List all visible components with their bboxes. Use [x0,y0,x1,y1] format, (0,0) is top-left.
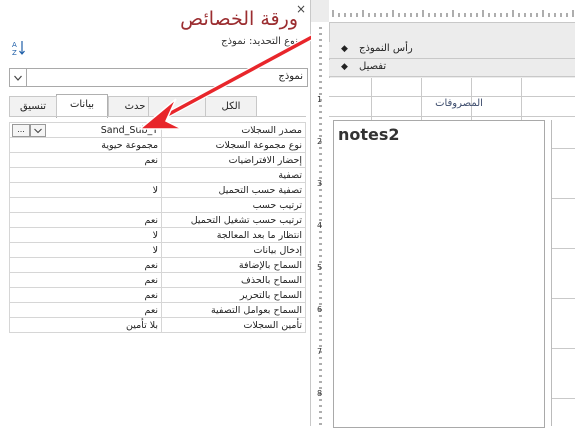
property-value[interactable] [8,197,163,213]
property-value[interactable]: Sand_Sub_T... [8,122,163,138]
property-value-text: بلا تأمين [126,319,159,331]
property-value-text: لا [152,229,159,241]
ruler-number: 2 [317,137,322,146]
property-value-text: مجموعة حيوية [101,139,159,151]
tab-other[interactable] [148,96,206,117]
notes2-subform-control[interactable]: notes2 [333,120,545,428]
property-row[interactable]: نعم السماح بالحذف [8,272,306,288]
property-value[interactable]: بلا تأمين [8,317,163,333]
property-row[interactable]: ترتيب حسب [8,197,306,213]
property-value[interactable]: نعم [8,152,163,168]
form-header-section-bar[interactable]: رأس النموذج ◆ [329,42,575,59]
property-name[interactable]: تأمين السجلات [161,317,306,333]
property-value[interactable]: لا [8,242,163,258]
detail-section-label: تفصيل [359,61,387,72]
property-value[interactable]: لا [8,227,163,243]
property-row[interactable]: لا تصفية حسب التحميل [8,182,306,198]
property-name[interactable]: ترتيب حسب [161,197,306,213]
property-value[interactable]: نعم [8,257,163,273]
property-name[interactable]: تصفية حسب التحميل [161,182,306,198]
property-name[interactable]: ترتيب حسب تشغيل التحميل [161,212,306,228]
object-selector-combo[interactable]: نموذج [9,68,308,87]
property-value-text: نعم [144,154,159,166]
builder-ellipsis-button[interactable]: ... [12,124,30,137]
property-value-text: نعم [144,274,159,286]
property-value-text: نعم [144,259,159,271]
form-design-view: 123456789 رأس النموذج ◆ تفصيل ◆ المصروفا… [311,0,575,428]
subform-edge [551,120,575,426]
ruler-number: 3 [317,179,322,188]
vertical-ruler: 123456789 [311,22,330,426]
svg-text:Z: Z [12,49,17,56]
property-value-text: نعم [144,289,159,301]
property-value-text: نعم [144,304,159,316]
property-value-text: نعم [144,214,159,226]
property-row[interactable]: مجموعة حيوية نوع مجموعة السجلات [8,137,306,153]
property-row[interactable]: لا انتظار ما بعد المعالجة [8,227,306,243]
sort-az-icon[interactable]: A Z [12,40,26,56]
property-name[interactable]: السماح بالتحرير [161,287,306,303]
property-value[interactable]: نعم [8,287,163,303]
chevron-down-icon[interactable] [10,69,27,86]
property-row[interactable]: Sand_Sub_T... مصدر السجلات [8,122,306,138]
property-value-text: لا [152,184,159,196]
property-row[interactable]: نعم السماح بالتحرير [8,287,306,303]
section-arrow-icon: ◆ [341,62,348,72]
ruler-number: 8 [317,389,322,398]
property-name[interactable]: انتظار ما بعد المعالجة [161,227,306,243]
chevron-down-icon[interactable] [30,124,46,137]
tab-data[interactable]: بيانات [56,94,108,118]
tab-all[interactable]: الكل [205,96,257,117]
property-name[interactable]: مصدر السجلات [161,122,306,138]
property-value[interactable]: نعم [8,272,163,288]
horizontal-ruler [329,0,575,23]
property-value[interactable]: نعم [8,212,163,228]
property-row[interactable]: تصفية [8,167,306,183]
property-sheet-pane: × ورقة الخصائص نوع التحديد: نموذج A Z نم… [0,0,311,426]
property-name[interactable]: السماح بعوامل التصفية [161,302,306,318]
property-name[interactable]: السماح بالحذف [161,272,306,288]
ruler-number: 1 [317,95,322,104]
ruler-number: 7 [317,347,322,356]
property-row[interactable]: لا إدخال بيانات [8,242,306,258]
property-row[interactable]: نعم السماح بعوامل التصفية [8,302,306,318]
property-value[interactable] [8,167,163,183]
tab-divider [9,116,306,117]
property-name[interactable]: نوع مجموعة السجلات [161,137,306,153]
form-header-section-label: رأس النموذج [359,43,413,54]
detail-section-canvas[interactable]: المصروفات notes2 [329,78,575,428]
ruler-number: 5 [317,263,322,272]
property-name[interactable]: تصفية [161,167,306,183]
expenses-label[interactable]: المصروفات [389,98,529,114]
property-row[interactable]: نعم إحضار الافتراضيات [8,152,306,168]
svg-text:A: A [12,41,17,49]
tab-format[interactable]: تنسيق [9,96,57,117]
property-grid: Sand_Sub_T... مصدر السجلات مجموعة حيوية نوع… [8,122,306,333]
property-sheet-title: ورقة الخصائص [180,8,298,30]
property-value[interactable]: مجموعة حيوية [8,137,163,153]
section-arrow-icon: ◆ [341,44,348,54]
property-name[interactable]: إحضار الافتراضيات [161,152,306,168]
property-name[interactable]: إدخال بيانات [161,242,306,258]
property-name[interactable]: السماح بالإضافة [161,257,306,273]
property-value[interactable]: نعم [8,302,163,318]
property-value[interactable]: لا [8,182,163,198]
property-value-text: لا [152,244,159,256]
property-row[interactable]: نعم ترتيب حسب تشغيل التحميل [8,212,306,228]
property-row[interactable]: نعم السماح بالإضافة [8,257,306,273]
property-value-text: Sand_Sub_T [100,124,159,136]
notes2-control-name: notes2 [338,125,400,144]
property-row[interactable]: بلا تأمين تأمين السجلات [8,317,306,333]
object-selector-value: نموذج [278,71,303,82]
detail-section-bar[interactable]: تفصيل ◆ [329,60,575,77]
ruler-number: 4 [317,221,322,230]
ruler-number: 6 [317,305,322,314]
selection-type-label: نوع التحديد: نموذج [221,36,298,47]
